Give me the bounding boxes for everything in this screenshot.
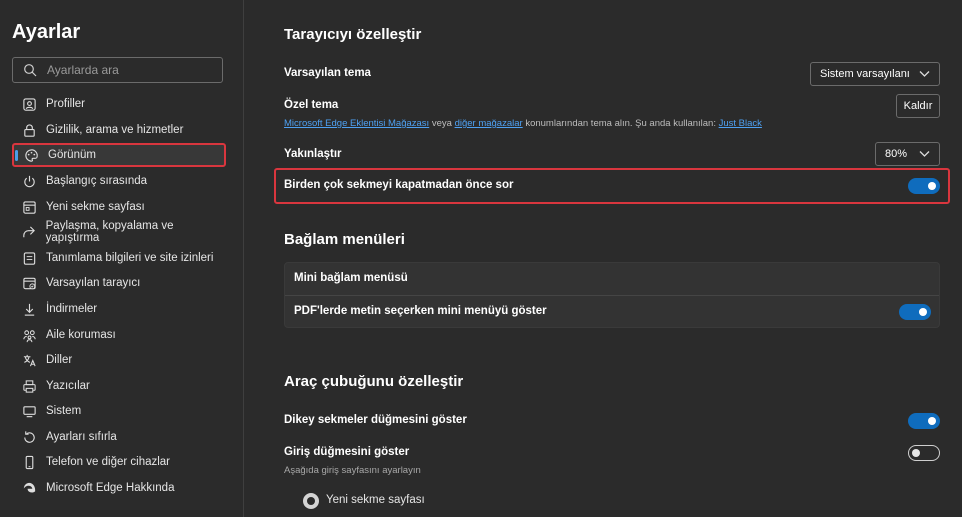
context-menus-title: Bağlam menüleri [284,231,405,248]
custom-theme-description: Microsoft Edge Eklentisi Mağazası veya d… [284,118,762,129]
context-menu-card: Mini bağlam menüsü PDF'lerde metin seçer… [284,262,940,328]
browser-icon [21,275,37,291]
pdf-mini-menu-toggle[interactable] [899,304,931,320]
sidebar-item-label: Diller [46,354,73,366]
search-input[interactable] [47,61,217,79]
sidebar-item-reset[interactable]: Ayarları sıfırla [12,425,226,449]
other-stores-link[interactable]: diğer mağazalar [455,118,523,129]
sidebar-item-label: Varsayılan tarayıcı [46,277,141,289]
sidebar-item-label: Ayarları sıfırla [46,431,117,443]
sidebar-title: Ayarlar [12,21,81,43]
zoom-label: Yakınlaştır [284,148,342,160]
current-theme-link[interactable]: Just Black [719,118,762,129]
lock-icon [21,122,37,138]
sidebar-item-cookies[interactable]: Tanımlama bilgileri ve site izinleri [12,246,226,270]
custom-theme-text: konumlarından tema alın. Şu anda kullanı… [522,118,719,129]
toolbar-title: Araç çubuğunu özelleştir [284,373,464,390]
new-tab-radio[interactable] [303,493,319,509]
sidebar-item-default-browser[interactable]: Varsayılan tarayıcı [12,271,226,295]
sidebar-item-label: Başlangıç sırasında [46,175,148,187]
settings-main: Tarayıcıyı özelleştir Varsayılan tema Si… [245,0,962,517]
sidebar-item-privacy[interactable]: Gizlilik, arama ve hizmetler [12,118,226,142]
ask-close-tabs-toggle[interactable] [908,178,940,194]
sidebar-item-system[interactable]: Sistem [12,399,226,423]
sidebar-item-label: Görünüm [48,149,96,161]
vertical-tabs-label: Dikey sekmeler düğmesini göster [284,414,467,426]
palette-icon [23,147,39,163]
sidebar-item-profiles[interactable]: Profiller [12,92,226,116]
edge-icon [21,480,37,496]
phone-icon [21,454,37,470]
sidebar-item-printers[interactable]: Yazıcılar [12,374,226,398]
share-icon [21,224,37,240]
sidebar-item-family[interactable]: Aile koruması [12,323,226,347]
new-tab-radio-label: Yeni sekme sayfası [326,494,425,506]
sidebar-item-label: Telefon ve diğer cihazlar [46,456,171,468]
monitor-icon [21,403,37,419]
divider [285,295,939,296]
home-button-sub: Aşağıda giriş sayfasını ayarlayın [284,465,421,476]
home-button-toggle[interactable] [908,445,940,461]
ask-close-tabs-label: Birden çok sekmeyi kapatmadan önce sor [284,179,514,191]
settings-search[interactable] [12,57,223,83]
remove-theme-button[interactable]: Kaldır [896,94,940,118]
reset-icon [21,429,37,445]
sidebar-item-label: Profiller [46,98,85,110]
default-theme-dropdown[interactable]: Sistem varsayılanı [810,62,940,86]
sidebar-item-about[interactable]: Microsoft Edge Hakkında [12,476,226,500]
mini-menu-header: Mini bağlam menüsü [294,272,408,284]
sidebar-item-new-tab[interactable]: Yeni sekme sayfası [12,195,226,219]
sidebar-item-share[interactable]: Paylaşma, kopyalama ve yapıştırma [12,220,226,244]
settings-sidebar: Ayarlar Profiller Gizlilik, arama ve hiz… [0,0,244,517]
search-icon [24,64,37,77]
sidebar-item-label: Yeni sekme sayfası [46,201,145,213]
customize-browser-title: Tarayıcıyı özelleştir [284,26,422,43]
zoom-dropdown[interactable]: 80% [875,142,940,166]
pdf-mini-menu-label: PDF'lerde metin seçerken mini menüyü gös… [294,305,547,317]
cookie-icon [21,250,37,266]
new-tab-icon [21,199,37,215]
sidebar-item-phone[interactable]: Telefon ve diğer cihazlar [12,450,226,474]
sidebar-item-downloads[interactable]: İndirmeler [12,297,226,321]
sidebar-item-label: Paylaşma, kopyalama ve yapıştırma [45,220,174,244]
sidebar-item-label: Microsoft Edge Hakkında [46,482,175,494]
custom-theme-text: veya [429,118,455,129]
edge-addons-link[interactable]: Microsoft Edge Eklentisi Mağazası [284,118,429,129]
sidebar-item-label: Tanımlama bilgileri ve site izinleri [46,252,214,264]
vertical-tabs-toggle[interactable] [908,413,940,429]
sidebar-item-startup[interactable]: Başlangıç sırasında [12,169,226,193]
sidebar-item-label: Gizlilik, arama ve hizmetler [46,124,184,136]
zoom-value: 80% [885,148,908,160]
profile-icon [21,96,37,112]
power-icon [21,173,37,189]
printer-icon [21,378,37,394]
default-theme-label: Varsayılan tema [284,67,371,79]
sidebar-item-label: Aile koruması [46,329,116,341]
default-theme-value: Sistem varsayılanı [820,68,910,80]
sidebar-item-languages[interactable]: Diller [12,348,226,372]
download-icon [21,301,37,317]
chevron-down-icon [919,71,930,77]
sidebar-item-appearance[interactable]: Görünüm [12,143,226,167]
custom-theme-label: Özel tema [284,99,339,111]
sidebar-item-label: İndirmeler [46,303,98,315]
language-icon [21,352,37,368]
family-icon [21,327,37,343]
sidebar-item-label: Yazıcılar [46,380,90,392]
chevron-down-icon [919,151,930,157]
home-button-label: Giriş düğmesini göster [284,446,410,458]
sidebar-item-label: Sistem [46,405,82,417]
